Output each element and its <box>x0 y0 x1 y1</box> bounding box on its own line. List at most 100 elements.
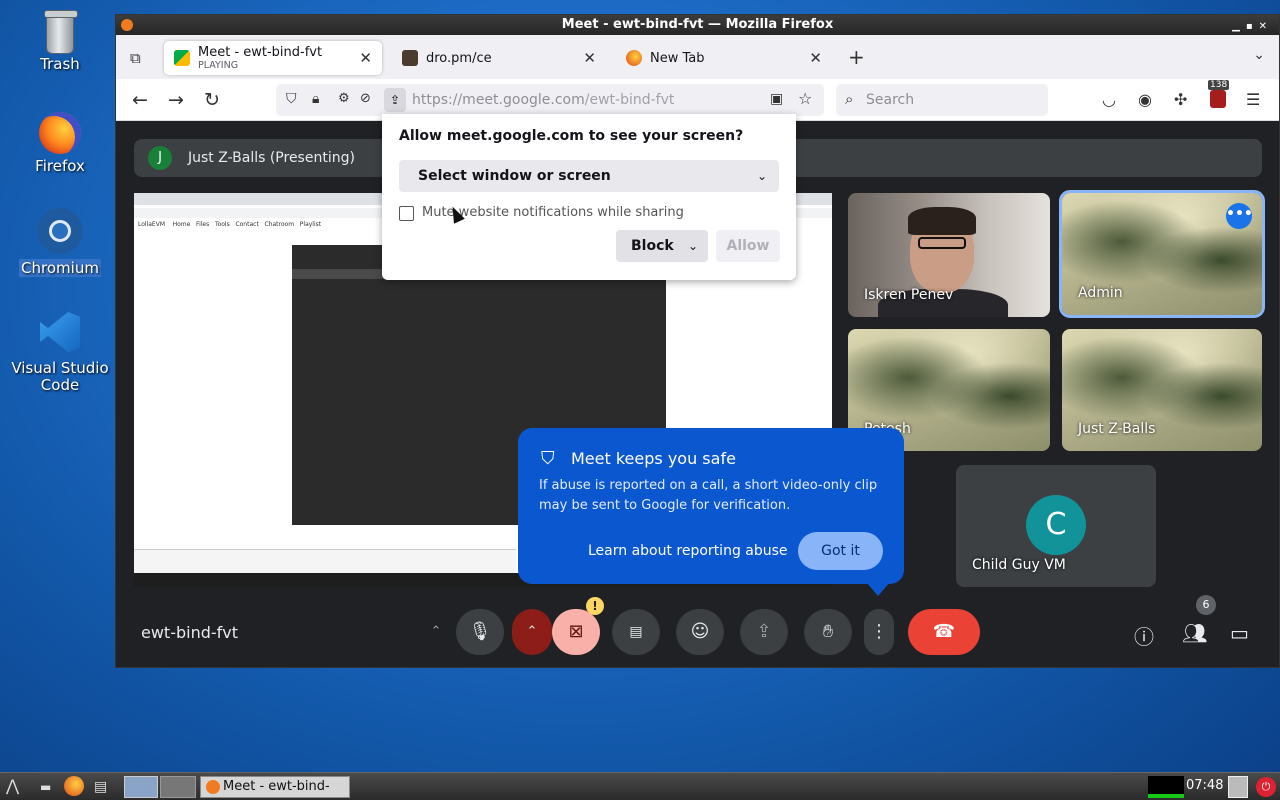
meeting-info-icon[interactable]: ⓘ <box>1134 621 1154 650</box>
desktop-icon-label: Firefox <box>35 157 85 175</box>
presenter-avatar: J <box>148 146 172 170</box>
tab-dro[interactable]: dro.pm/ce ✕ <box>392 41 606 75</box>
participant-name: Just Z-Balls <box>1078 421 1156 437</box>
lock-icon[interactable]: 🔒︎ <box>312 91 319 107</box>
emoji-button[interactable]: ☺ <box>676 609 724 655</box>
cpu-monitor <box>1148 776 1184 798</box>
safety-body: If abuse is reported on a call, a short … <box>539 478 878 513</box>
participant-tile-child-guy[interactable]: C Child Guy VM <box>956 465 1156 587</box>
desktop-icon-vscode[interactable]: Visual Studio Code <box>5 312 115 394</box>
chevron-down-icon[interactable]: ⌄ <box>1253 47 1265 63</box>
firefox-small-icon <box>121 19 133 31</box>
warning-icon: ! <box>586 597 604 615</box>
block-button[interactable]: Block ⌄ <box>616 230 708 262</box>
participant-name: Child Guy VM <box>972 557 1066 573</box>
close-tab-icon[interactable]: ✕ <box>809 49 822 67</box>
emoji-icon: ☺ <box>690 621 710 642</box>
back-icon[interactable]: ← <box>132 89 148 111</box>
tab-label: dro.pm/ce <box>426 50 492 66</box>
search-input[interactable]: ⌕ Search <box>836 84 1048 116</box>
clock: 07:48 <box>1186 778 1224 793</box>
people-icon[interactable]: 👥︎ <box>1182 621 1207 645</box>
permissions-icon[interactable]: ⚙ <box>338 91 350 106</box>
got-it-button[interactable]: Got it <box>798 532 883 570</box>
workspace-1[interactable] <box>124 776 158 798</box>
audio-options-chevron-icon[interactable]: ⌃ <box>420 609 452 655</box>
hamburger-menu-icon[interactable]: ☰ <box>1246 90 1260 109</box>
os-taskbar: ⋀ ▬ ▤ Meet - ewt-bind-fvt... 07:48 ⏻ <box>0 772 1280 800</box>
bookmark-star-icon[interactable]: ☆ <box>798 89 812 108</box>
tab-meet[interactable]: Meet - ewt-bind-fvt PLAYING ✕ <box>164 41 382 75</box>
firefox-launcher-icon[interactable] <box>64 776 84 796</box>
participant-tile-just-z-balls[interactable]: Just Z-Balls <box>1062 329 1262 451</box>
chat-icon[interactable]: ▭ <box>1230 621 1249 645</box>
screen-share-permission-popup: Allow meet.google.com to see your screen… <box>382 114 796 280</box>
network-icon[interactable] <box>1228 776 1248 798</box>
new-tab-icon[interactable]: + <box>848 45 865 69</box>
reader-view-icon[interactable]: ▣ <box>770 91 783 107</box>
camera-off-button[interactable]: ⊠ <box>552 609 600 655</box>
shield-icon: ⛉ <box>541 448 555 469</box>
leave-call-button[interactable]: ☎︎ <box>908 609 980 655</box>
workspace-2[interactable] <box>160 776 196 798</box>
close-tab-icon[interactable]: ✕ <box>583 49 596 67</box>
tab-new-tab[interactable]: New Tab ✕ <box>616 41 832 75</box>
extensions-icon[interactable]: ✣ <box>1174 90 1187 109</box>
desktop-icon-firefox[interactable]: Firefox <box>5 112 115 175</box>
allow-button[interactable]: Allow <box>716 230 780 262</box>
url-text: https://meet.google.com/ewt-bind-fvt <box>412 92 675 108</box>
meeting-name: ewt-bind-fvt <box>141 623 239 642</box>
firefox-favicon <box>626 50 642 66</box>
captions-icon: ▤ <box>629 624 643 640</box>
firefox-icon <box>39 112 81 154</box>
more-options-button[interactable]: ⋮ <box>864 609 894 655</box>
extension-badge: 138 <box>1208 80 1230 90</box>
pocket-icon[interactable]: ◡ <box>1102 90 1116 109</box>
file-manager-icon[interactable]: ▤ <box>94 776 114 798</box>
power-icon[interactable]: ⏻ <box>1256 777 1276 797</box>
participant-avatar: C <box>1026 495 1086 555</box>
microphone-button[interactable]: 🎙︎ <box>456 609 504 655</box>
tracking-shield-icon[interactable]: ⛉ <box>286 91 297 107</box>
hang-up-icon: ☎︎ <box>932 621 956 642</box>
mute-notifications-checkbox[interactable] <box>399 206 414 221</box>
tab-label: New Tab <box>650 50 705 66</box>
taskbar-app-firefox[interactable]: Meet - ewt-bind-fvt... <box>200 776 350 800</box>
screen-share-permission-icon[interactable]: ⇪ <box>384 88 406 112</box>
hand-icon: ✋︎ <box>822 621 834 642</box>
select-window-label: Select window or screen <box>418 168 611 184</box>
start-menu-icon[interactable]: ⋀ <box>6 776 34 798</box>
ublock-icon[interactable] <box>1210 90 1226 108</box>
meet-favicon <box>174 50 190 66</box>
forward-icon[interactable]: → <box>168 89 184 111</box>
show-desktop-icon[interactable]: ▬ <box>40 776 58 798</box>
captions-button[interactable]: ▤ <box>612 609 660 655</box>
more-options-icon[interactable]: ••• <box>1226 203 1253 229</box>
chevron-down-icon[interactable]: ⌄ <box>688 230 698 262</box>
desktop-icon-trash[interactable]: Trash <box>5 10 115 73</box>
close-tab-icon[interactable]: ✕ <box>359 49 372 67</box>
learn-reporting-link[interactable]: Learn about reporting abuse <box>588 543 788 559</box>
window-controls[interactable]: ▁▪✕ <box>1232 17 1273 37</box>
tab-list-icon[interactable]: ⧉ <box>130 49 141 67</box>
present-button[interactable]: ⇪ <box>740 609 788 655</box>
window-title: Meet - ewt-bind-fvt — Mozilla Firefox <box>561 17 834 32</box>
dro-favicon <box>402 50 418 66</box>
chevron-down-icon: ⌄ <box>756 169 767 183</box>
raise-hand-button[interactable]: ✋︎ <box>804 609 852 655</box>
camera-off-icon: ⊠ <box>568 621 584 642</box>
participant-tile-iskren[interactable]: Iskren Penev <box>848 193 1050 317</box>
desktop-icon-chromium[interactable]: Chromium <box>5 208 115 277</box>
screen-share-blocked-icon[interactable]: ⊘ <box>360 91 371 106</box>
account-icon[interactable]: ◉ <box>1138 90 1152 109</box>
chromium-icon <box>37 208 83 254</box>
participants-count-badge: 6 <box>1196 595 1216 615</box>
tab-label: Meet - ewt-bind-fvt <box>198 45 323 60</box>
trash-icon <box>44 10 78 54</box>
select-window-dropdown[interactable]: Select window or screen ⌄ <box>399 160 779 192</box>
url-bar[interactable]: ⛉ 🔒︎ ⚙ ⊘ ⇪ https://meet.google.com/ewt-b… <box>276 84 824 116</box>
participant-tile-admin[interactable]: ••• Admin <box>1059 190 1265 318</box>
video-options-chevron-icon[interactable]: ⌃ <box>512 609 552 655</box>
window-titlebar[interactable]: Meet - ewt-bind-fvt — Mozilla Firefox ▁▪… <box>116 15 1279 35</box>
reload-icon[interactable]: ↻ <box>204 89 220 111</box>
